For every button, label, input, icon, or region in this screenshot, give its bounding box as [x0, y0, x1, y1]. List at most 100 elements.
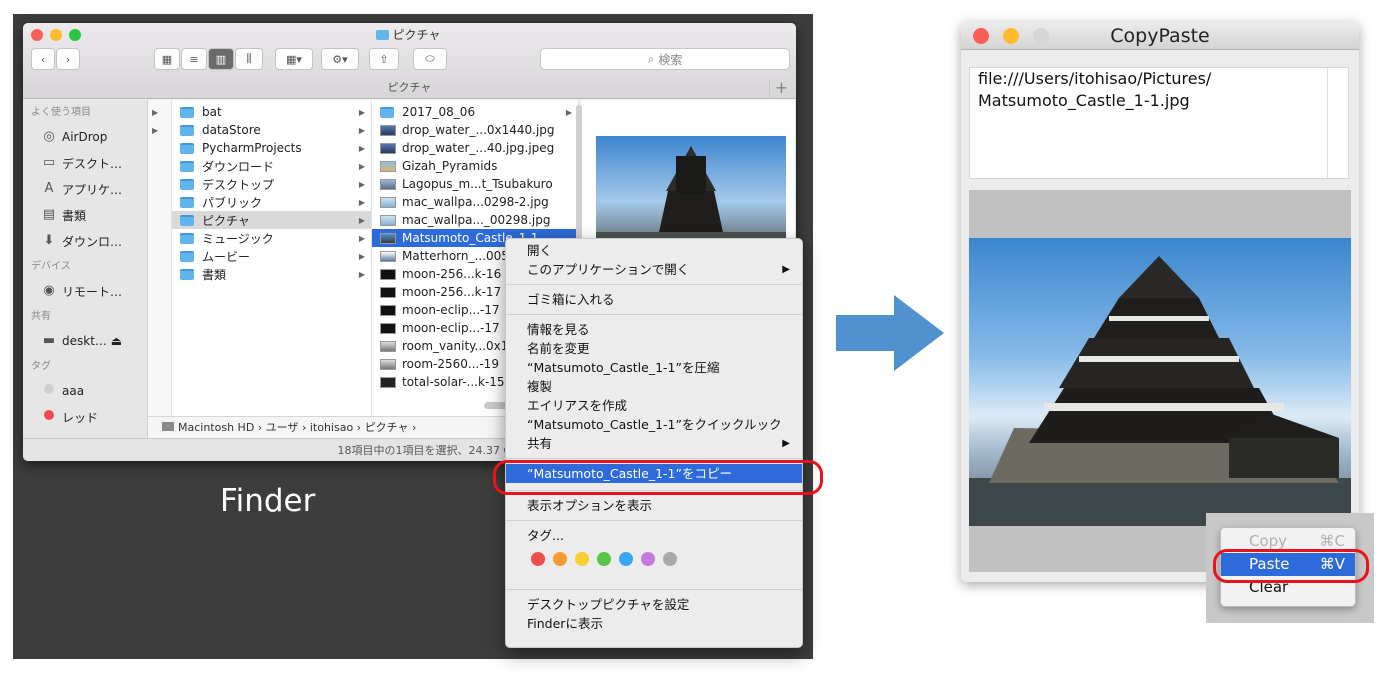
sidebar-item-label: レッド [62, 410, 99, 425]
list-item[interactable]: bat ▶ [172, 103, 371, 121]
sidebar-item-desktop[interactable]: ▭ デスクト… [23, 150, 147, 176]
text-view[interactable]: file:///Users/itohisao/Pictures/ Matsumo… [969, 67, 1349, 179]
sidebar-item-airdrop[interactable]: ◎ AirDrop [23, 124, 147, 150]
tag-green-dot[interactable] [597, 552, 611, 566]
list-item[interactable]: ムービー ▶ [172, 247, 371, 265]
menu-item-show-view-options[interactable]: 表示オプションを表示 [506, 496, 802, 515]
tag-icon: ⬭ [425, 52, 435, 65]
list-item-selected[interactable]: ピクチャ ▶ [172, 211, 371, 229]
path-bar-text[interactable]: Macintosh HD › ユーザ › itohisao › ピクチャ › [178, 421, 416, 434]
menu-item-open-with[interactable]: このアプリケーションで開く ▶ [506, 260, 802, 279]
item-label: デスクトップ [202, 177, 275, 192]
list-item[interactable]: デスクトップ ▶ [172, 175, 371, 193]
menu-item-duplicate[interactable]: 複製 [506, 377, 802, 396]
menu-item-rename[interactable]: 名前を変更 [506, 339, 802, 358]
list-item[interactable]: 書類 ▶ [172, 265, 371, 283]
devices-header: デバイス [31, 261, 71, 272]
image-file-icon [380, 232, 396, 244]
column-view-button[interactable]: ▥ [208, 48, 234, 70]
add-tab-button[interactable]: + [769, 79, 793, 99]
menu-item-label: このアプリケーションで開く [527, 262, 690, 277]
sidebar: よく使う項目 ◎ AirDrop ▭ デスクト… A アプリケ… ▤ 書類 ⬇ ダウンロ…… [23, 100, 148, 438]
menu-item-quick-look[interactable]: “Matsumoto_Castle_1-1”をクイックルック [506, 415, 802, 434]
image-file-icon [380, 358, 396, 370]
close-button[interactable] [973, 28, 989, 44]
gear-icon: ⚙▾ [332, 52, 348, 66]
tag-dot-icon [41, 383, 57, 399]
icon-view-button[interactable]: ▦ [154, 48, 180, 70]
submenu-arrow-icon: ▶ [782, 264, 790, 275]
close-button[interactable] [31, 29, 43, 41]
folder-icon [180, 232, 194, 244]
finder-context-menu: 開く このアプリケーションで開く ▶ ゴミ箱に入れる 情報を見る 名前を変更 “M… [505, 238, 803, 648]
tag-color-picker [506, 545, 802, 573]
list-item[interactable]: 2017_08_06 ▶ [372, 103, 578, 121]
list-item[interactable]: drop_water_...0x1440.jpg [372, 121, 578, 139]
disc-icon: ◉ [43, 283, 55, 298]
list-item[interactable]: mac_wallpa..._00298.jpg [372, 211, 578, 229]
sidebar-item-remote-disc[interactable]: ◉ リモート… [23, 278, 147, 304]
sidebar-item-documents[interactable]: ▤ 書類 [23, 202, 147, 228]
list-item[interactable]: PycharmProjects ▶ [172, 139, 371, 157]
sidebar-item-label: ダウンロ… [62, 234, 123, 249]
highlight-ring [493, 460, 823, 495]
zoom-button[interactable] [1033, 28, 1049, 44]
forward-button[interactable]: › [56, 48, 80, 70]
chevron-right-icon: ▶ [358, 143, 365, 153]
menu-item-set-desktop-picture[interactable]: デスクトップピクチャを設定 [506, 595, 802, 614]
search-field[interactable]: ⌕ 検索 [540, 48, 790, 70]
folder-icon [180, 214, 194, 226]
menu-item-tags[interactable]: タグ... [506, 526, 802, 545]
menu-item-share[interactable]: 共有 ▶ [506, 434, 802, 453]
finder-caption: Finder [220, 483, 316, 519]
list-item[interactable]: ダウンロード ▶ [172, 157, 371, 175]
sidebar-item-applications[interactable]: A アプリケ… [23, 176, 147, 202]
sidebar-item-tag-aaa[interactable]: aaa [23, 378, 147, 404]
share-button[interactable]: ⇧ [369, 48, 399, 70]
list-view-button[interactable]: ≡ [181, 48, 207, 70]
tag-gray-dot[interactable] [663, 552, 677, 566]
list-item[interactable]: Lagopus_m...t_Tsubakuro [372, 175, 578, 193]
sidebar-item-tag-red[interactable]: レッド [23, 404, 147, 430]
menu-item-get-info[interactable]: 情報を見る [506, 320, 802, 339]
tag-red-dot[interactable] [531, 552, 545, 566]
menu-item-make-alias[interactable]: エイリアスを作成 [506, 396, 802, 415]
share-icon: ⇧ [379, 52, 389, 66]
documents-icon: ▤ [42, 207, 56, 222]
item-label: 書類 [202, 267, 227, 282]
action-button[interactable]: ⚙▾ [321, 48, 359, 70]
list-item[interactable]: Gizah_Pyramids [372, 157, 578, 175]
list-item[interactable]: drop_water_...40.jpg.jpeg [372, 139, 578, 157]
back-button[interactable]: ‹ [31, 48, 55, 70]
sidebar-item-shared[interactable]: ▬ deskt… ⏏ [23, 328, 147, 354]
folder-icon [380, 106, 394, 118]
chevron-right-icon: ▶ [565, 107, 572, 117]
folder-icon [180, 196, 194, 208]
list-item[interactable]: パブリック ▶ [172, 193, 371, 211]
minimize-button[interactable] [1003, 28, 1019, 44]
tag-yellow-dot[interactable] [575, 552, 589, 566]
menu-item-show-in-finder[interactable]: Finderに表示 [506, 614, 802, 633]
castle-image [969, 238, 1351, 526]
arrange-button[interactable]: ▦▾ [275, 48, 313, 70]
item-label: dataStore [202, 123, 261, 137]
text-line: Matsumoto_Castle_1-1.jpg [978, 91, 1190, 110]
sidebar-item-label: 書類 [62, 208, 87, 223]
zoom-button[interactable] [69, 29, 81, 41]
menu-item-open[interactable]: 開く [506, 241, 802, 260]
sidebar-item-downloads[interactable]: ⬇ ダウンロ… [23, 228, 147, 254]
tag-blue-dot[interactable] [619, 552, 633, 566]
list-item[interactable]: dataStore ▶ [172, 121, 371, 139]
item-label: Lagopus_m...t_Tsubakuro [402, 177, 553, 191]
list-item[interactable]: mac_wallpa...0298-2.jpg [372, 193, 578, 211]
coverflow-view-button[interactable]: ⫼ [235, 48, 263, 70]
tags-button[interactable]: ⬭ [413, 48, 447, 70]
menu-item-compress[interactable]: “Matsumoto_Castle_1-1”を圧縮 [506, 358, 802, 377]
item-label: moon-eclip...-17 [402, 321, 500, 335]
list-item[interactable]: ミュージック ▶ [172, 229, 371, 247]
castle-picture [969, 256, 1351, 526]
tag-purple-dot[interactable] [641, 552, 655, 566]
minimize-button[interactable] [50, 29, 62, 41]
tag-orange-dot[interactable] [553, 552, 567, 566]
menu-item-move-to-trash[interactable]: ゴミ箱に入れる [506, 290, 802, 309]
